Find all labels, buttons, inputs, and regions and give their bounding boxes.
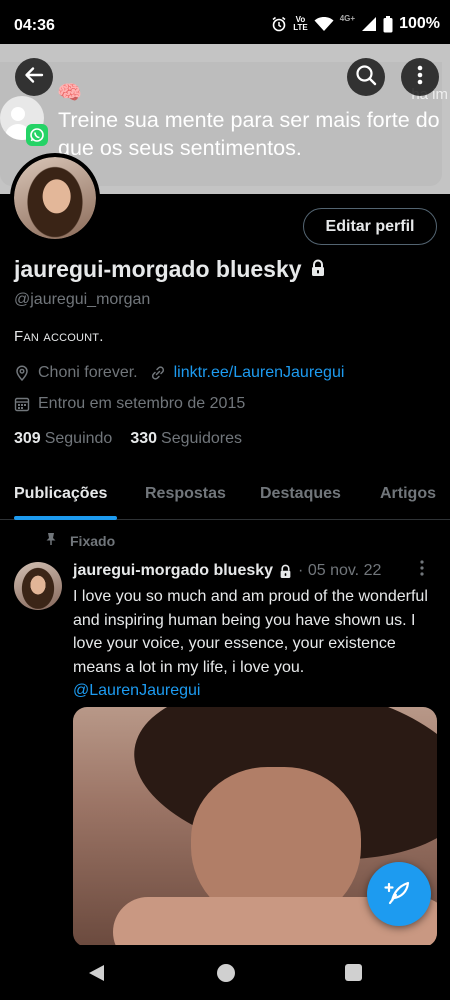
profile-bio: Fan account.	[14, 328, 104, 345]
search-button[interactable]	[347, 58, 385, 96]
post-author-name[interactable]: jauregui-morgado bluesky	[73, 562, 273, 580]
joined-text: Entrou em setembro de 2015	[38, 395, 246, 412]
battery-percent: 100%	[399, 15, 440, 32]
post-mention[interactable]: @LaurenJauregui	[73, 679, 443, 703]
arrow-left-icon	[23, 64, 45, 91]
compose-feather-icon	[384, 877, 414, 912]
banner-quote: Treine sua mente para ser mais forte do …	[58, 108, 440, 160]
post-more-button[interactable]	[420, 560, 424, 581]
signal-icon	[361, 16, 377, 32]
network-type: 4G+	[339, 14, 356, 23]
status-time: 04:36	[14, 17, 55, 34]
system-nav-bar	[0, 945, 450, 1000]
link-icon	[150, 365, 166, 381]
post-date: · 05 nov. 22	[298, 562, 382, 579]
post-header: jauregui-morgado bluesky · 05 nov. 22	[73, 562, 381, 580]
calendar-icon	[14, 396, 30, 412]
more-vertical-icon	[417, 65, 423, 90]
post-author-avatar[interactable]	[14, 562, 62, 610]
nav-recents-button[interactable]	[345, 964, 362, 981]
edit-profile-button[interactable]: Editar perfil	[303, 208, 437, 245]
post-text: I love you so much and am proud of the w…	[73, 585, 443, 703]
tab-artigos[interactable]: Artigos	[380, 485, 436, 503]
alarm-icon	[271, 16, 287, 32]
location-row: Choni forever. linktr.ee/LaurenJauregui	[14, 364, 344, 382]
followers-link[interactable]: 330 Seguidores	[130, 430, 242, 448]
nav-back-button[interactable]	[88, 964, 106, 987]
location-text: Choni forever.	[38, 364, 138, 381]
compose-button[interactable]	[367, 862, 431, 926]
brain-emoji: 🧠	[57, 82, 82, 104]
more-vertical-icon	[420, 560, 424, 580]
lock-icon	[279, 564, 292, 579]
joined-row: Entrou em setembro de 2015	[14, 395, 245, 413]
tab-publicacoes[interactable]: Publicações	[14, 485, 107, 503]
following-link[interactable]: 309 Seguindo	[14, 430, 112, 448]
profile-link[interactable]: linktr.ee/LaurenJauregui	[174, 364, 345, 382]
pinned-label: Fixado	[44, 532, 115, 549]
user-handle: @jauregui_morgan	[14, 291, 151, 308]
display-name: jauregui-morgado bluesky	[14, 256, 326, 283]
status-bar: 04:36 Vo LTE 4G+ 100%	[0, 0, 450, 48]
search-icon	[355, 64, 377, 91]
location-pin-icon	[14, 365, 30, 381]
profile-avatar[interactable]	[10, 153, 100, 243]
battery-icon	[383, 15, 393, 33]
pin-icon	[44, 532, 58, 549]
nav-home-button[interactable]	[217, 964, 235, 982]
follow-stats: 309 Seguindo 330 Seguidores	[14, 430, 242, 448]
more-options-button[interactable]	[401, 58, 439, 96]
profile-tabs: Publicações Respostas Destaques Artigos	[0, 470, 450, 520]
status-icons: Vo LTE 4G+ 100%	[271, 15, 440, 33]
tab-destaques[interactable]: Destaques	[260, 485, 341, 503]
whatsapp-icon	[26, 124, 48, 146]
lock-icon	[310, 256, 326, 283]
tab-respostas[interactable]: Respostas	[145, 485, 226, 503]
wifi-icon	[314, 16, 334, 32]
volte-icon: Vo LTE	[293, 15, 308, 32]
back-button[interactable]	[15, 58, 53, 96]
active-tab-indicator	[14, 516, 117, 520]
